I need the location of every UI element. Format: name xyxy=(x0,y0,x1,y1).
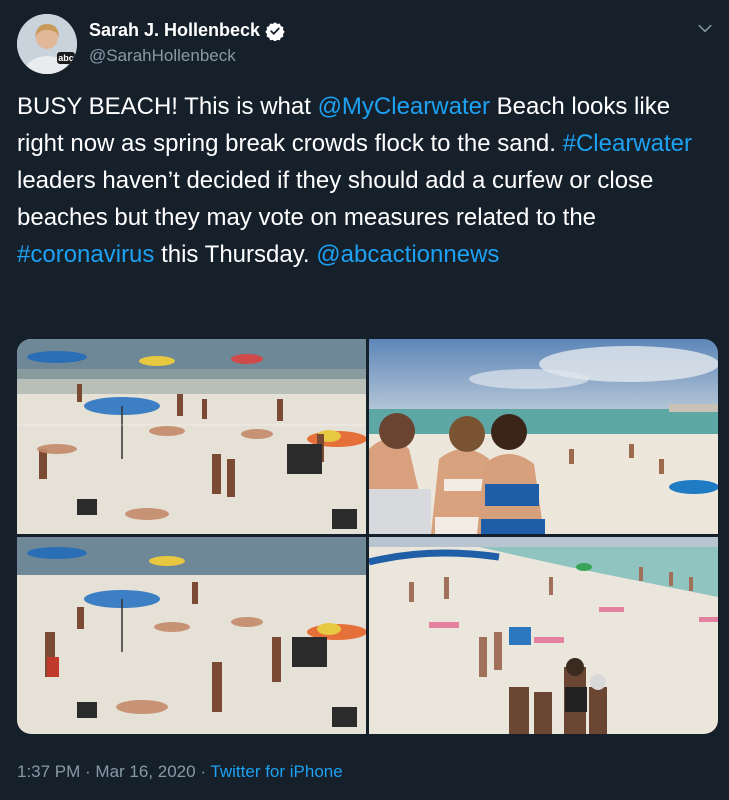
timestamp-time[interactable]: 1:37 PM xyxy=(17,762,80,781)
source-link[interactable]: Twitter for iPhone xyxy=(210,762,342,781)
avatar-badge: abc xyxy=(58,53,74,63)
tweet-text: BUSY BEACH! This is what @MyClearwater B… xyxy=(17,88,717,273)
tweet-header: abc Sarah J. Hollenbeck @SarahHollenbeck xyxy=(17,14,715,76)
mention-abcactionnews-link[interactable]: @abcactionnews xyxy=(316,241,499,268)
hashtag-coronavirus-link[interactable]: #coronavirus xyxy=(17,241,154,268)
beach-photo-2[interactable] xyxy=(369,339,718,534)
timestamp-date[interactable]: Mar 16, 2020 xyxy=(95,762,195,781)
tweet-text-segment: BUSY BEACH! This is what xyxy=(17,93,318,120)
beach-photo-1[interactable] xyxy=(17,339,366,534)
mention-myclearwater-link[interactable]: @MyClearwater xyxy=(318,93,490,120)
meta-separator: · xyxy=(195,762,211,781)
display-name[interactable]: Sarah J. Hollenbeck xyxy=(89,20,260,41)
verified-badge-icon xyxy=(265,21,285,41)
chevron-down-icon[interactable] xyxy=(695,18,715,38)
beach-photo-4[interactable] xyxy=(369,537,718,734)
display-name-row: Sarah J. Hollenbeck xyxy=(89,20,285,41)
tweet-text-segment: leaders haven’t decided if they should a… xyxy=(17,167,654,231)
meta-separator: · xyxy=(80,762,96,781)
media-grid xyxy=(17,339,718,734)
tweet-meta: 1:37 PM · Mar 16, 2020 · Twitter for iPh… xyxy=(17,762,343,782)
hashtag-clearwater-link[interactable]: #Clearwater xyxy=(563,130,692,157)
beach-photo-3[interactable] xyxy=(17,537,366,734)
tweet-text-segment: this Thursday. xyxy=(154,241,317,268)
avatar[interactable]: abc xyxy=(17,14,77,74)
handle[interactable]: @SarahHollenbeck xyxy=(89,46,285,66)
